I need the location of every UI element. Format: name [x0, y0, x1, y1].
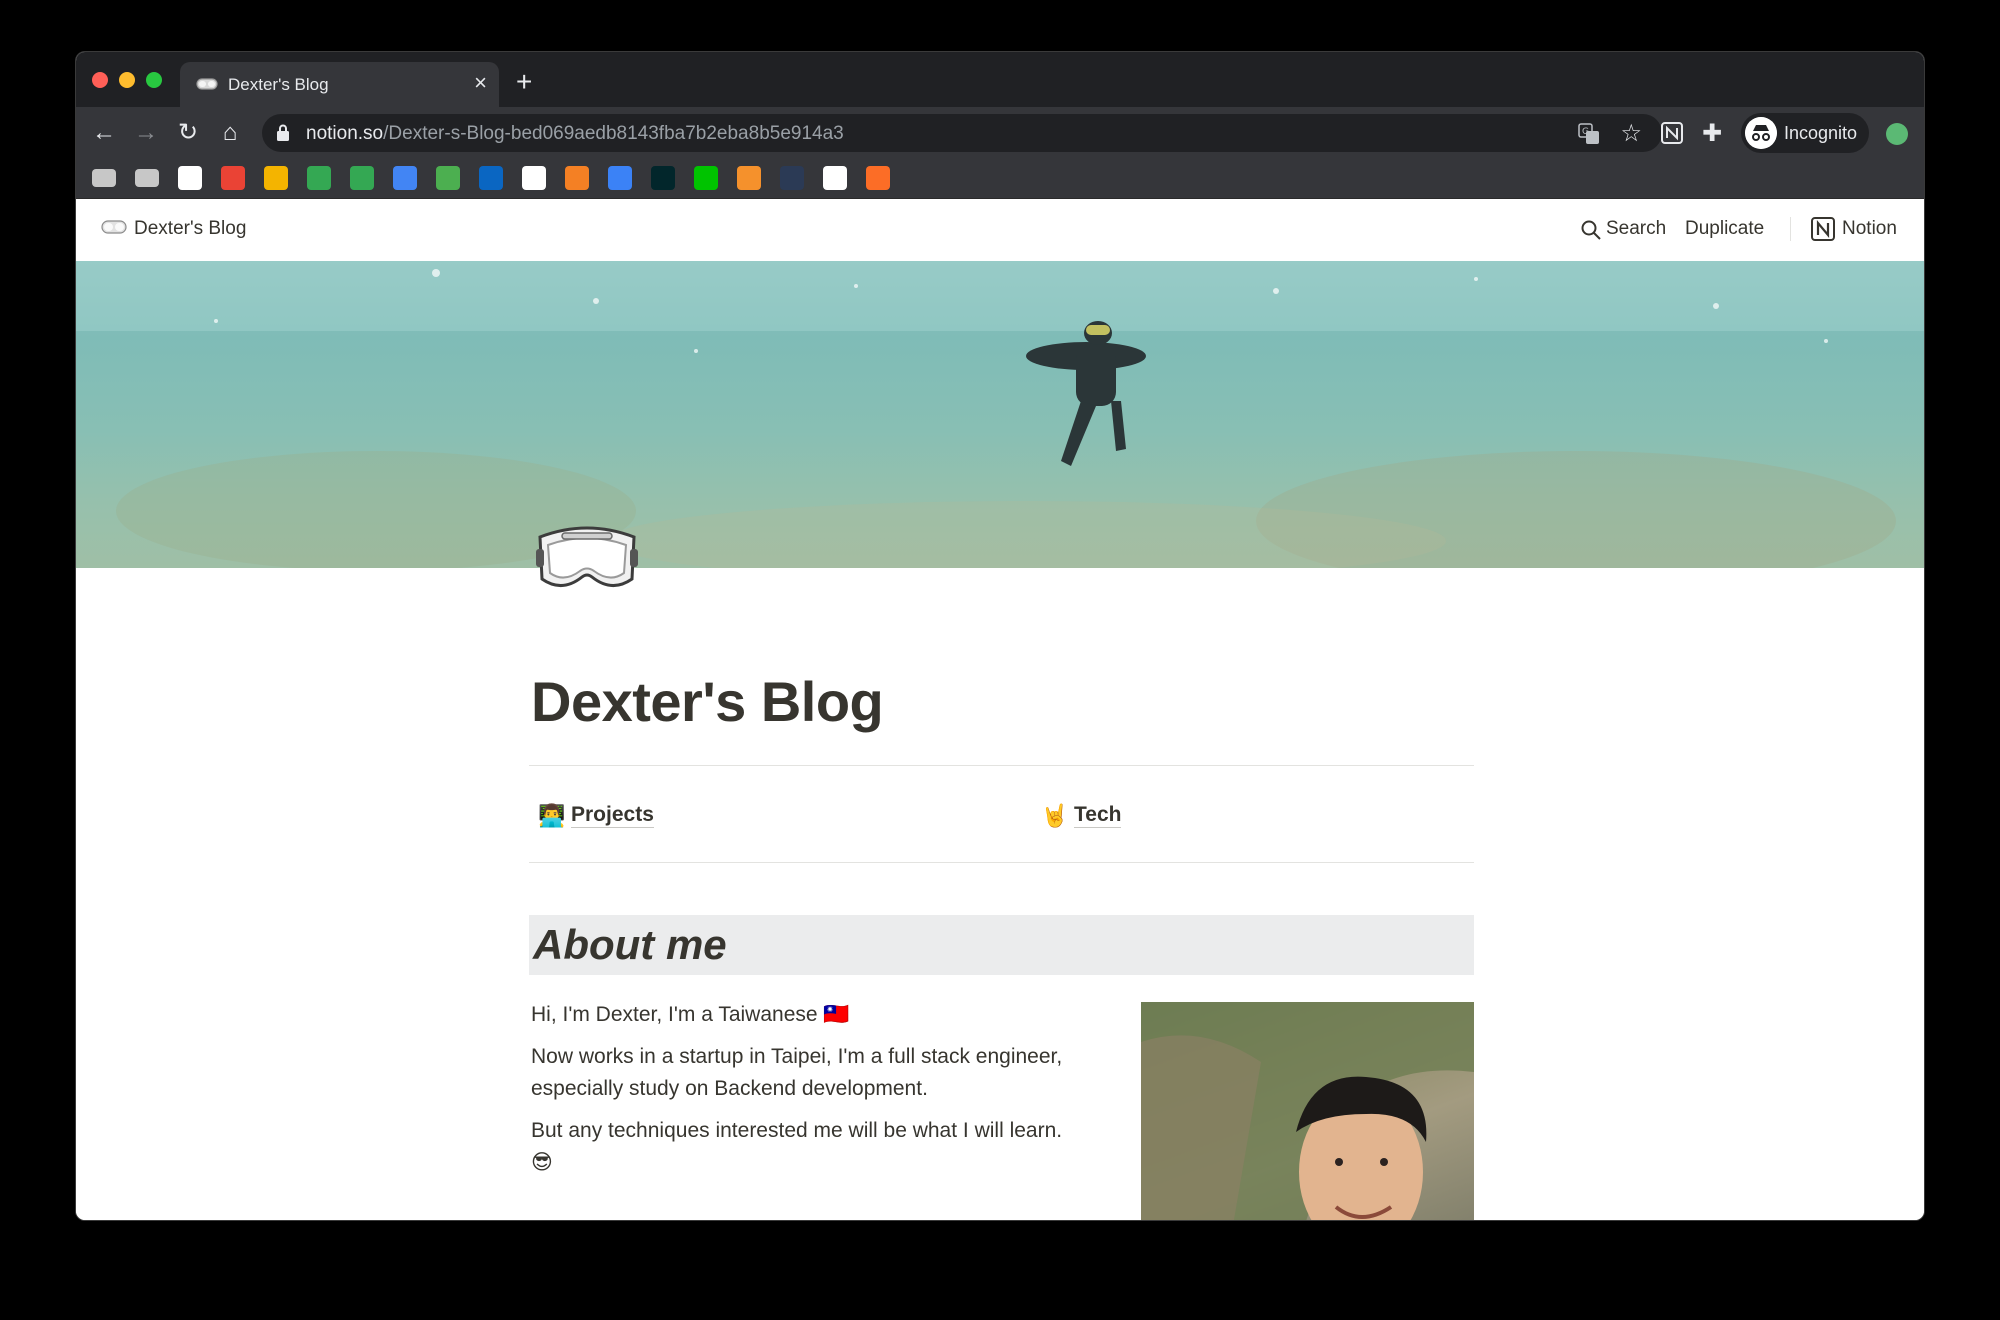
url-host: notion.so	[306, 123, 384, 144]
browser-toolbar: ← → ↻ ⌂ notion.so/Dexter-s-Blog-bed069ae…	[76, 107, 1924, 159]
folder-icon[interactable]	[135, 169, 159, 187]
notion-icon[interactable]	[823, 166, 847, 190]
url-text[interactable]: notion.so/Dexter-s-Blog-bed069aedb8143fb…	[306, 123, 844, 145]
update-available-icon[interactable]	[1886, 123, 1908, 145]
page-link-projects[interactable]: 👨‍💻 Projects	[538, 803, 738, 835]
notion-topbar: Dexter's Blog Search Duplicate Notion	[76, 199, 1924, 261]
breadcrumb-title[interactable]: Dexter's Blog	[134, 218, 246, 240]
github-icon[interactable]	[522, 166, 546, 190]
goggles-icon	[196, 78, 218, 90]
divider	[529, 765, 1474, 766]
bio-paragraph: But any techniques interested me will be…	[531, 1119, 1063, 1174]
about-heading-block[interactable]: About me	[529, 915, 1474, 975]
bio-paragraph: Now works in a startup in Taipei, I'm a …	[531, 1045, 1063, 1100]
page-title[interactable]: Dexter's Blog	[531, 669, 884, 734]
tab-title: Dexter's Blog	[228, 75, 329, 94]
profile-photo-image	[1141, 1002, 1474, 1220]
page-link-label[interactable]: Projects	[571, 803, 654, 828]
goggles-icon	[101, 220, 127, 234]
svg-text:G: G	[1582, 127, 1589, 137]
search-button[interactable]: Search	[1606, 218, 1666, 240]
cover-underwater-photo	[76, 261, 1924, 568]
gitlab-icon[interactable]	[866, 166, 890, 190]
box-icon[interactable]	[737, 166, 761, 190]
cover-image	[76, 261, 1924, 568]
notion-extension-icon[interactable]	[1660, 121, 1684, 145]
keep-icon[interactable]	[264, 166, 288, 190]
edx-icon[interactable]	[651, 166, 675, 190]
rock-hand-emoji-icon: 🤘	[1041, 803, 1069, 828]
topbar-divider	[1790, 217, 1791, 241]
bio-text[interactable]: Hi, I'm Dexter, I'm a Taiwanese 🇹🇼 Now w…	[531, 999, 1071, 1189]
forward-button[interactable]: →	[132, 119, 160, 147]
notion-icon[interactable]	[178, 166, 202, 190]
close-window-button[interactable]	[92, 72, 108, 88]
lock-icon	[277, 124, 289, 141]
l-icon[interactable]	[436, 166, 460, 190]
page-link-tech[interactable]: 🤘 Tech	[1041, 803, 1241, 835]
linkedin-icon[interactable]	[479, 166, 503, 190]
about-heading: About me	[533, 921, 727, 968]
tab-strip: Dexter's Blog × +	[76, 52, 1924, 107]
page-link-label[interactable]: Tech	[1074, 803, 1122, 828]
duplicate-button[interactable]: Duplicate	[1685, 218, 1764, 240]
search-icon[interactable]	[1580, 219, 1602, 241]
goggles-page-icon[interactable]	[532, 519, 642, 599]
notion-page: Dexter's Blog Search Duplicate Notion De…	[76, 199, 1924, 1220]
url-path: /Dexter-s-Blog-bed069aedb8143fba7b2eba8b…	[383, 123, 844, 144]
infinity-icon[interactable]	[608, 166, 632, 190]
divider	[529, 862, 1474, 863]
new-tab-button[interactable]: +	[516, 68, 532, 96]
stackoverflow-icon[interactable]	[565, 166, 589, 190]
translate-icon[interactable]: G	[1578, 123, 1600, 145]
folder-icon[interactable]	[92, 169, 116, 187]
bookmarks-bar	[76, 159, 1924, 199]
frs-icon[interactable]	[780, 166, 804, 190]
line-icon[interactable]	[694, 166, 718, 190]
incognito-profile-button[interactable]: Incognito	[1741, 113, 1869, 153]
minimize-window-button[interactable]	[119, 72, 135, 88]
back-button[interactable]: ←	[90, 119, 118, 147]
maps-icon[interactable]	[350, 166, 374, 190]
notion-logo-icon[interactable]	[1810, 216, 1836, 242]
technologist-emoji-icon: 👨‍💻	[538, 803, 566, 828]
incognito-icon	[1745, 117, 1777, 149]
bookmark-star-icon[interactable]: ☆	[1620, 119, 1642, 148]
translate-icon[interactable]	[393, 166, 417, 190]
bio-paragraph: Hi, I'm Dexter, I'm a Taiwanese 🇹🇼	[531, 1003, 850, 1026]
browser-window: Dexter's Blog × + ← → ↻ ⌂ notion.so/Dext…	[75, 51, 1925, 1221]
home-button[interactable]: ⌂	[216, 119, 244, 147]
address-bar[interactable]: notion.so/Dexter-s-Blog-bed069aedb8143fb…	[262, 114, 1662, 152]
extensions-puzzle-icon[interactable]: ✚	[1702, 119, 1722, 148]
tab-dexters-blog[interactable]: Dexter's Blog ×	[180, 62, 499, 107]
gmail-icon[interactable]	[221, 166, 245, 190]
reload-button[interactable]: ↻	[174, 119, 202, 147]
maximize-window-button[interactable]	[146, 72, 162, 88]
profile-photo[interactable]	[1141, 1002, 1474, 1220]
incognito-label: Incognito	[1784, 123, 1858, 143]
notion-button[interactable]: Notion	[1842, 218, 1897, 240]
drive-icon[interactable]	[307, 166, 331, 190]
close-tab-icon[interactable]: ×	[474, 72, 487, 94]
